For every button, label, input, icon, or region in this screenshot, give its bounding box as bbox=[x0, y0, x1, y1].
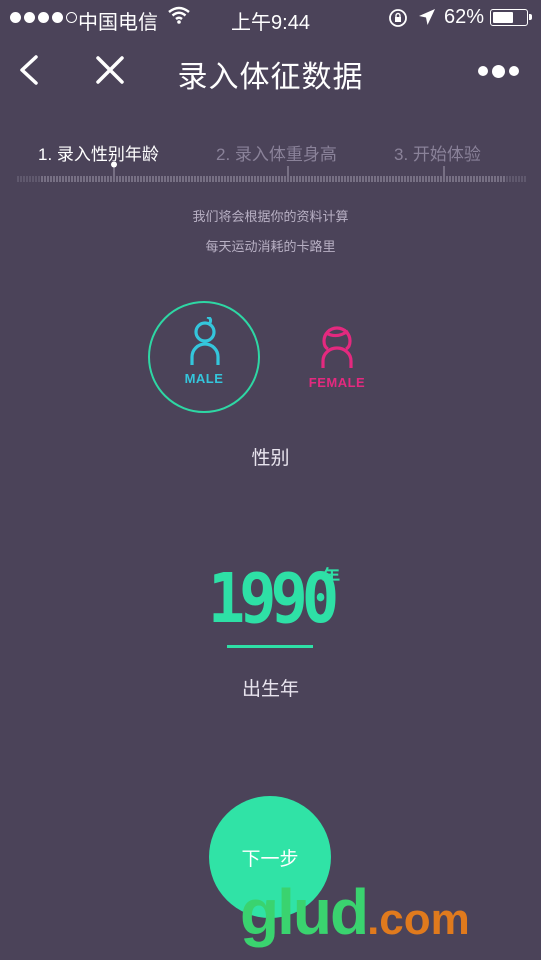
birth-year-caption: 出生年 bbox=[241, 679, 299, 700]
gender-caption: 性别 bbox=[251, 448, 290, 469]
hint-line-2: 每天运动消耗的卡路里 bbox=[205, 239, 336, 254]
more-dots-icon bbox=[478, 66, 488, 76]
birth-year-value[interactable]: 1990 bbox=[0, 558, 541, 638]
year-underline bbox=[227, 645, 313, 648]
watermark-main: glud bbox=[240, 876, 369, 948]
status-bar: 中国电信 上午9:44 62% bbox=[0, 0, 541, 36]
female-label: FEMALE bbox=[308, 375, 366, 390]
progress-marker bbox=[111, 162, 117, 168]
male-icon bbox=[190, 317, 220, 365]
watermark-suffix: .com bbox=[367, 895, 470, 944]
birth-year-unit: 年 bbox=[322, 567, 340, 587]
male-label: MALE bbox=[184, 371, 224, 386]
battery-icon bbox=[490, 9, 532, 26]
progress-ruler bbox=[17, 162, 526, 182]
hint-line-1: 我们将会根据你的资料计算 bbox=[192, 209, 349, 224]
battery-percent: 62% bbox=[444, 6, 485, 28]
watermark-logo: glud.com bbox=[240, 880, 470, 944]
male-option[interactable]: MALE bbox=[148, 301, 260, 413]
female-option[interactable]: FEMALE bbox=[292, 301, 382, 413]
rotation-lock-icon bbox=[388, 8, 408, 33]
more-button[interactable] bbox=[478, 64, 522, 78]
location-arrow-icon bbox=[418, 8, 436, 31]
female-icon bbox=[321, 326, 353, 368]
page-title: 录入体征数据 bbox=[177, 61, 364, 94]
